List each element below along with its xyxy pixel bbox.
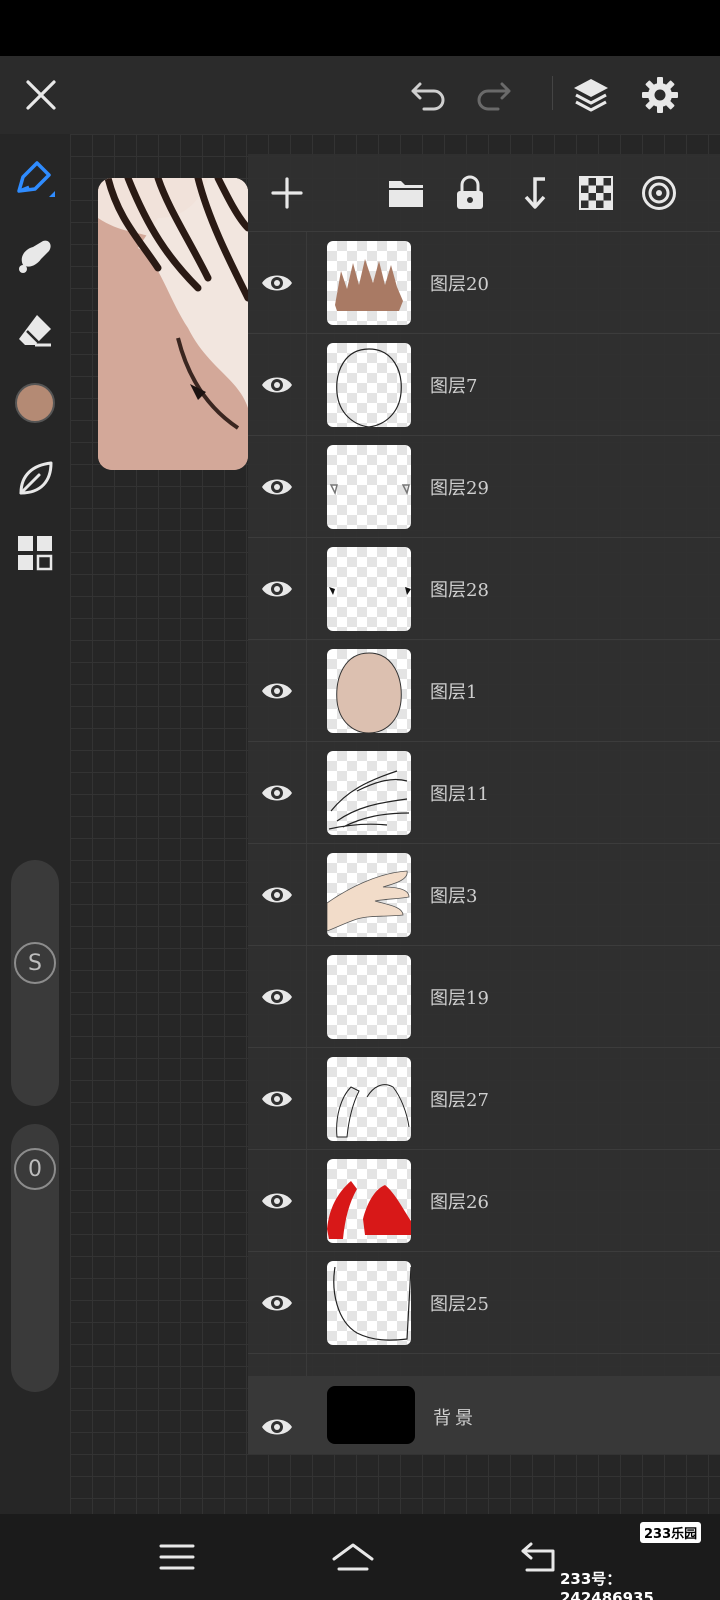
- layer-row[interactable]: 图层29: [248, 436, 720, 538]
- eye-icon[interactable]: [258, 1082, 296, 1116]
- brush-opacity-slider[interactable]: 0: [11, 1124, 59, 1392]
- layer-row[interactable]: 图层25: [248, 1252, 720, 1354]
- layer-thumbnail: [327, 343, 411, 427]
- layer-thumbnail: [327, 751, 411, 835]
- layer-name: 图层25: [430, 1294, 489, 1315]
- layer-name: 图层26: [430, 1192, 489, 1213]
- layer-thumbnail: [327, 445, 411, 529]
- brush-size-slider[interactable]: S: [11, 860, 59, 1106]
- left-toolbar: S 0: [0, 134, 70, 1514]
- layer-thumbnail: [327, 1057, 411, 1141]
- background-layer-row[interactable]: 背景: [248, 1376, 720, 1454]
- layer-row[interactable]: 图层26: [248, 1150, 720, 1252]
- smudge-icon[interactable]: [10, 230, 60, 280]
- layer-name: 图层7: [430, 376, 478, 397]
- transparency-icon[interactable]: [573, 170, 619, 216]
- layer-name: 背景: [433, 1408, 477, 1429]
- layer-name: 图层20: [430, 274, 489, 295]
- toolbar-divider: [552, 76, 553, 110]
- layer-thumbnail: [327, 955, 411, 1039]
- app-root: { "icons": { "close": "close-icon", "und…: [0, 0, 720, 1600]
- back-icon[interactable]: [516, 1534, 562, 1580]
- brush-opacity-knob[interactable]: 0: [14, 1148, 56, 1190]
- eraser-icon[interactable]: [10, 306, 60, 356]
- layer-row[interactable]: 图层27: [248, 1048, 720, 1150]
- redo-icon[interactable]: [470, 72, 516, 118]
- target-icon[interactable]: [636, 170, 682, 216]
- layer-name: 图层27: [430, 1090, 489, 1111]
- eye-icon[interactable]: [258, 1184, 296, 1218]
- reference-image[interactable]: [98, 178, 248, 470]
- layer-thumbnail: [327, 241, 411, 325]
- layer-row[interactable]: 图层19: [248, 946, 720, 1048]
- layer-thumbnail: [327, 1386, 415, 1444]
- layer-thumbnail: [327, 1159, 411, 1243]
- eye-icon[interactable]: [258, 1410, 296, 1444]
- merge-down-icon[interactable]: [511, 170, 557, 216]
- color-picker[interactable]: [10, 378, 60, 428]
- layer-row[interactable]: 图层3: [248, 844, 720, 946]
- layer-thumbnail: [327, 547, 411, 631]
- eye-icon[interactable]: [258, 674, 296, 708]
- eye-icon[interactable]: [258, 470, 296, 504]
- layer-name: 图层11: [430, 784, 489, 805]
- top-toolbar: [0, 56, 720, 134]
- grid-icon[interactable]: [10, 528, 60, 578]
- layer-row[interactable]: 图层11: [248, 742, 720, 844]
- layer-thumbnail: [327, 853, 411, 937]
- close-icon[interactable]: [18, 72, 64, 118]
- eye-icon[interactable]: [258, 572, 296, 606]
- menu-icon[interactable]: [154, 1534, 200, 1580]
- home-icon[interactable]: [330, 1534, 376, 1580]
- current-color-swatch: [15, 383, 55, 423]
- brush-size-knob[interactable]: S: [14, 942, 56, 984]
- layer-name: 图层1: [430, 682, 478, 703]
- layer-name: 图层29: [430, 478, 489, 499]
- layer-thumbnail: [327, 649, 411, 733]
- undo-icon[interactable]: [406, 72, 452, 118]
- layer-row[interactable]: 图层20: [248, 232, 720, 334]
- layer-name: 图层28: [430, 580, 489, 601]
- layer-row[interactable]: 图层7: [248, 334, 720, 436]
- layer-name: 图层19: [430, 988, 489, 1009]
- layers-icon[interactable]: [568, 72, 614, 118]
- eye-icon[interactable]: [258, 980, 296, 1014]
- layer-name: 图层3: [430, 886, 478, 907]
- layer-row[interactable]: 图层1: [248, 640, 720, 742]
- eye-icon[interactable]: [258, 776, 296, 810]
- eye-icon[interactable]: [258, 878, 296, 912]
- watermark-text: 233号： 242486935: [560, 1570, 654, 1600]
- brush-icon[interactable]: [10, 154, 60, 204]
- layers-panel: 图层20 图层7 图层29 图层28 图层1 图层11 图层3 图层19 图层27 图层26 图层2…: [248, 154, 720, 1454]
- lock-icon[interactable]: [447, 170, 493, 216]
- eye-icon[interactable]: [258, 266, 296, 300]
- leaf-icon[interactable]: [10, 454, 60, 504]
- gear-icon[interactable]: [637, 72, 683, 118]
- status-bar: [0, 0, 720, 56]
- eye-icon[interactable]: [258, 368, 296, 402]
- watermark-badge: 233乐园: [640, 1522, 702, 1543]
- layers-panel-header: [248, 154, 720, 232]
- layer-row[interactable]: 图层28: [248, 538, 720, 640]
- plus-icon[interactable]: [264, 170, 310, 216]
- folder-icon[interactable]: [383, 170, 429, 216]
- eye-icon[interactable]: [258, 1286, 296, 1320]
- layer-thumbnail: [327, 1261, 411, 1345]
